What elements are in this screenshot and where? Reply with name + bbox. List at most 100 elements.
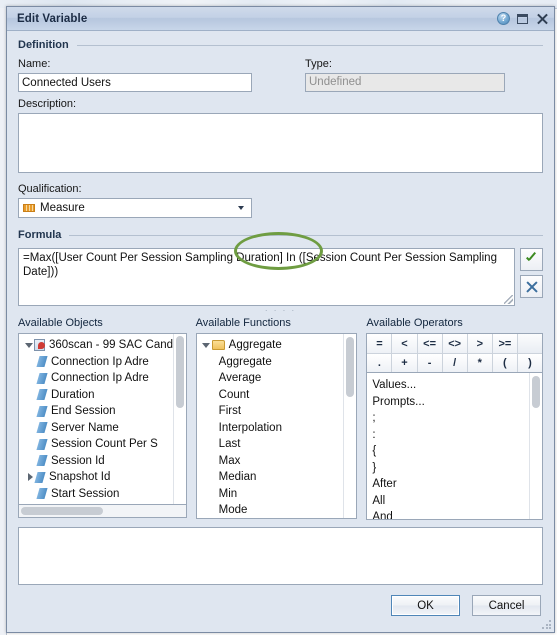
cancel-button[interactable]: Cancel xyxy=(472,595,541,616)
operator-button[interactable]: <= xyxy=(417,334,443,353)
operator-item[interactable]: And xyxy=(367,509,529,519)
function-item[interactable]: Average xyxy=(197,370,344,387)
function-item[interactable]: Median xyxy=(197,469,344,486)
operator-item[interactable]: : xyxy=(367,427,529,444)
available-functions-list: Aggregate Aggregate Average Count First … xyxy=(197,334,344,518)
formula-section-header: Formula xyxy=(18,229,543,241)
objects-horizontal-scrollbar[interactable] xyxy=(18,505,187,518)
function-item[interactable]: Count xyxy=(197,387,344,404)
function-item-label: Median xyxy=(218,471,257,484)
dialog-footer: OK Cancel xyxy=(18,595,543,616)
function-item[interactable]: Min xyxy=(197,486,344,503)
object-item[interactable]: Start Session xyxy=(19,486,173,503)
function-item[interactable]: Last xyxy=(197,436,344,453)
panel-splitter[interactable]: · · · · xyxy=(18,307,543,315)
ok-button[interactable]: OK xyxy=(391,595,460,616)
operator-item[interactable]: Prompts... xyxy=(367,394,529,411)
minimize-button[interactable] xyxy=(514,10,531,27)
formula-text[interactable]: =Max([User Count Per Session Sampling Du… xyxy=(19,249,514,279)
operator-button-empty xyxy=(517,334,543,353)
type-label: Type: xyxy=(305,58,332,70)
help-icon: ? xyxy=(497,12,510,25)
operator-button[interactable]: >= xyxy=(492,334,518,353)
operator-button[interactable]: / xyxy=(442,353,468,372)
formula-resize-grip[interactable] xyxy=(504,295,513,304)
operator-item[interactable]: { xyxy=(367,443,529,460)
function-item[interactable]: Mode xyxy=(197,502,344,518)
operators-list: Values... Prompts... ; : { } After All A… xyxy=(367,373,529,519)
function-item[interactable]: First xyxy=(197,403,344,420)
dimension-icon xyxy=(36,422,48,434)
formula-editor[interactable]: =Max([User Count Per Session Sampling Du… xyxy=(18,248,515,306)
type-value: Undefined xyxy=(305,73,505,92)
object-item[interactable]: Duration xyxy=(19,387,173,404)
dimension-icon xyxy=(34,471,46,483)
function-item[interactable]: Interpolation xyxy=(197,420,344,437)
validate-formula-button[interactable] xyxy=(520,248,543,271)
operators-vertical-scrollbar[interactable] xyxy=(529,373,543,519)
dialog-titlebar[interactable]: Edit Variable ? xyxy=(7,7,554,31)
operator-item[interactable]: After xyxy=(367,476,529,493)
operator-item[interactable]: ; xyxy=(367,410,529,427)
operators-listbox[interactable]: Values... Prompts... ; : { } After All A… xyxy=(366,373,544,520)
scrollbar-thumb[interactable] xyxy=(532,376,541,408)
operator-button[interactable]: - xyxy=(417,353,443,372)
object-item-label: Session Id xyxy=(51,454,105,467)
object-item[interactable]: Session Id xyxy=(19,453,173,470)
object-item[interactable]: Connection Ip Adre xyxy=(19,370,173,387)
object-item[interactable]: Connection Ip Adre xyxy=(19,354,173,371)
operator-button[interactable]: > xyxy=(467,334,493,353)
operator-row: = < <= <> > >= xyxy=(367,334,543,353)
operator-item[interactable]: } xyxy=(367,460,529,477)
object-item[interactable]: End Session xyxy=(19,403,173,420)
description-textarea[interactable] xyxy=(18,113,543,173)
operator-row: . + - / * ( ) xyxy=(367,353,543,372)
name-input[interactable] xyxy=(18,73,252,92)
available-functions-panel: Available Functions Aggregate Aggregate … xyxy=(195,317,358,520)
dialog-resize-grip[interactable] xyxy=(541,619,552,630)
clear-formula-button[interactable] xyxy=(520,275,543,298)
available-operators-title: Available Operators xyxy=(366,317,463,329)
object-item[interactable]: Server Name xyxy=(19,420,173,437)
object-item[interactable]: Session Count Per S xyxy=(19,436,173,453)
operator-button[interactable]: <> xyxy=(442,334,468,353)
tree-root-label: 360scan - 99 SAC Cand xyxy=(49,339,173,352)
x-icon xyxy=(525,280,538,293)
available-objects-listbox[interactable]: 360scan - 99 SAC Cand Connection Ip Adre… xyxy=(18,333,187,505)
tree-root-objects[interactable]: 360scan - 99 SAC Cand xyxy=(19,337,173,354)
qualification-select[interactable]: Measure xyxy=(18,198,252,218)
functions-vertical-scrollbar[interactable] xyxy=(343,334,357,518)
chevron-down-icon[interactable] xyxy=(23,342,34,348)
operator-button[interactable]: = xyxy=(367,334,393,353)
operator-button[interactable]: ( xyxy=(492,353,518,372)
operator-button[interactable]: + xyxy=(392,353,418,372)
close-button[interactable] xyxy=(533,10,550,27)
dimension-icon xyxy=(36,455,48,467)
function-item-label: Interpolation xyxy=(218,421,282,434)
objects-vertical-scrollbar[interactable] xyxy=(172,334,186,504)
operator-button[interactable]: < xyxy=(392,334,418,353)
function-item[interactable]: Aggregate xyxy=(197,354,344,371)
operator-item[interactable]: Values... xyxy=(367,377,529,394)
function-item-label: Count xyxy=(218,388,250,401)
operator-button[interactable]: * xyxy=(467,353,493,372)
definition-section-label: Definition xyxy=(18,39,69,51)
available-functions-listbox[interactable]: Aggregate Aggregate Average Count First … xyxy=(195,333,358,519)
scrollbar-thumb[interactable] xyxy=(346,337,355,397)
scrollbar-thumb[interactable] xyxy=(21,507,103,515)
operator-button[interactable]: ) xyxy=(517,353,543,372)
object-item[interactable]: User Last Login xyxy=(19,502,173,504)
description-label: Description: xyxy=(18,98,77,110)
selector-panels: Available Objects 360scan - 99 SAC Cand … xyxy=(18,317,544,520)
help-button[interactable]: ? xyxy=(495,10,512,27)
operator-item[interactable]: All xyxy=(367,493,529,510)
operator-button[interactable]: . xyxy=(367,353,393,372)
measure-icon xyxy=(23,204,35,212)
scrollbar-thumb[interactable] xyxy=(175,336,184,408)
object-item[interactable]: Snapshot Id xyxy=(19,469,173,486)
object-item-label: Duration xyxy=(51,388,95,401)
chevron-down-icon[interactable] xyxy=(201,342,212,348)
available-objects-panel: Available Objects 360scan - 99 SAC Cand … xyxy=(18,317,187,520)
function-item[interactable]: Max xyxy=(197,453,344,470)
function-group[interactable]: Aggregate xyxy=(197,337,344,354)
